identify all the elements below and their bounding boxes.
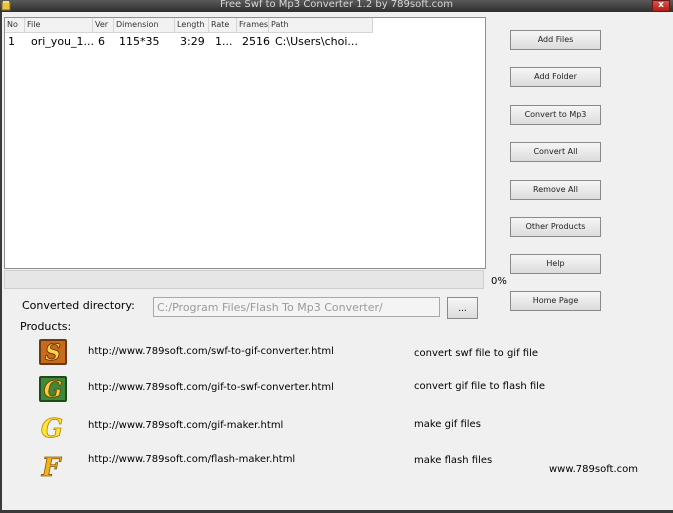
remove-all-button[interactable]: Remove All [510, 180, 601, 200]
other-products-button[interactable]: Other Products [510, 217, 601, 237]
close-button[interactable]: x [652, 0, 670, 12]
product-desc-flash-maker: make flash files [414, 455, 493, 466]
column-header-ver[interactable]: Ver [93, 18, 114, 32]
product-desc-gif-maker: make gif files [414, 419, 481, 430]
converted-directory-label: Converted directory: [22, 299, 135, 312]
product-link-gif-maker[interactable]: http://www.789soft.com/gif-maker.html [88, 420, 283, 431]
cell-frames: 2516 [242, 35, 270, 48]
gif-maker-icon[interactable]: G [38, 413, 68, 441]
cell-no: 1 [8, 35, 15, 48]
cell-dimension: 115*35 [119, 35, 160, 48]
product-link-gif-to-swf[interactable]: http://www.789soft.com/gif-to-swf-conver… [88, 382, 334, 393]
cell-path: C:\Users\choi... [275, 35, 358, 48]
cell-rate: 1... [215, 35, 233, 48]
add-folder-button[interactable]: Add Folder [510, 67, 601, 87]
conversion-progress-bar [4, 270, 484, 289]
flash-maker-icon-letter: F [41, 453, 62, 479]
title-bar: Free Swf to Mp3 Converter 1.2 by 789soft… [0, 0, 673, 12]
flash-maker-icon[interactable]: F [38, 451, 68, 479]
add-files-button[interactable]: Add Files [510, 30, 601, 50]
product-desc-gif-to-swf: convert gif file to flash file [414, 381, 546, 392]
convert-to-mp3-button[interactable]: Convert to Mp3 [510, 105, 601, 125]
product-link-swf-to-gif[interactable]: http://www.789soft.com/swf-to-gif-conver… [88, 346, 334, 357]
column-header-dimension[interactable]: Dimension [114, 18, 175, 32]
swf-to-gif-icon[interactable]: S [38, 338, 68, 366]
cell-ver: 6 [98, 35, 105, 48]
home-page-button[interactable]: Home Page [510, 291, 601, 311]
product-link-flash-maker[interactable]: http://www.789soft.com/flash-maker.html [88, 454, 295, 465]
products-label: Products: [20, 320, 72, 333]
cell-length: 3:29 [180, 35, 205, 48]
site-link[interactable]: www.789soft.com [549, 464, 638, 475]
column-header-length[interactable]: Length [175, 18, 209, 32]
column-header-no[interactable]: No [5, 18, 25, 32]
gif-to-swf-icon[interactable]: G [38, 375, 68, 403]
column-header-frames[interactable]: Frames [237, 18, 269, 32]
file-list[interactable]: No File Ver Dimension Length Rate Frames… [4, 17, 486, 269]
help-button[interactable]: Help [510, 254, 601, 274]
column-header-path[interactable]: Path [269, 18, 373, 32]
column-header-rate[interactable]: Rate [209, 18, 237, 32]
swf-to-gif-icon-letter: S [45, 340, 61, 366]
converted-directory-input[interactable] [153, 297, 440, 317]
product-desc-swf-to-gif: convert swf file to gif file [414, 348, 539, 359]
window-border-left [0, 12, 2, 513]
window-title: Free Swf to Mp3 Converter 1.2 by 789soft… [219, 0, 454, 10]
gif-to-swf-icon-letter: G [44, 377, 63, 403]
list-header: No File Ver Dimension Length Rate Frames… [5, 18, 373, 33]
cell-file: ori_you_1... [31, 35, 95, 48]
gif-maker-icon-letter: G [41, 414, 63, 441]
table-row[interactable]: 1 ori_you_1... 6 115*35 3:29 1... 2516 C… [5, 34, 485, 50]
progress-percent: 0% [491, 276, 507, 287]
convert-all-button[interactable]: Convert All [510, 142, 601, 162]
browse-button[interactable]: ... [447, 297, 478, 319]
column-header-file[interactable]: File [25, 18, 93, 32]
